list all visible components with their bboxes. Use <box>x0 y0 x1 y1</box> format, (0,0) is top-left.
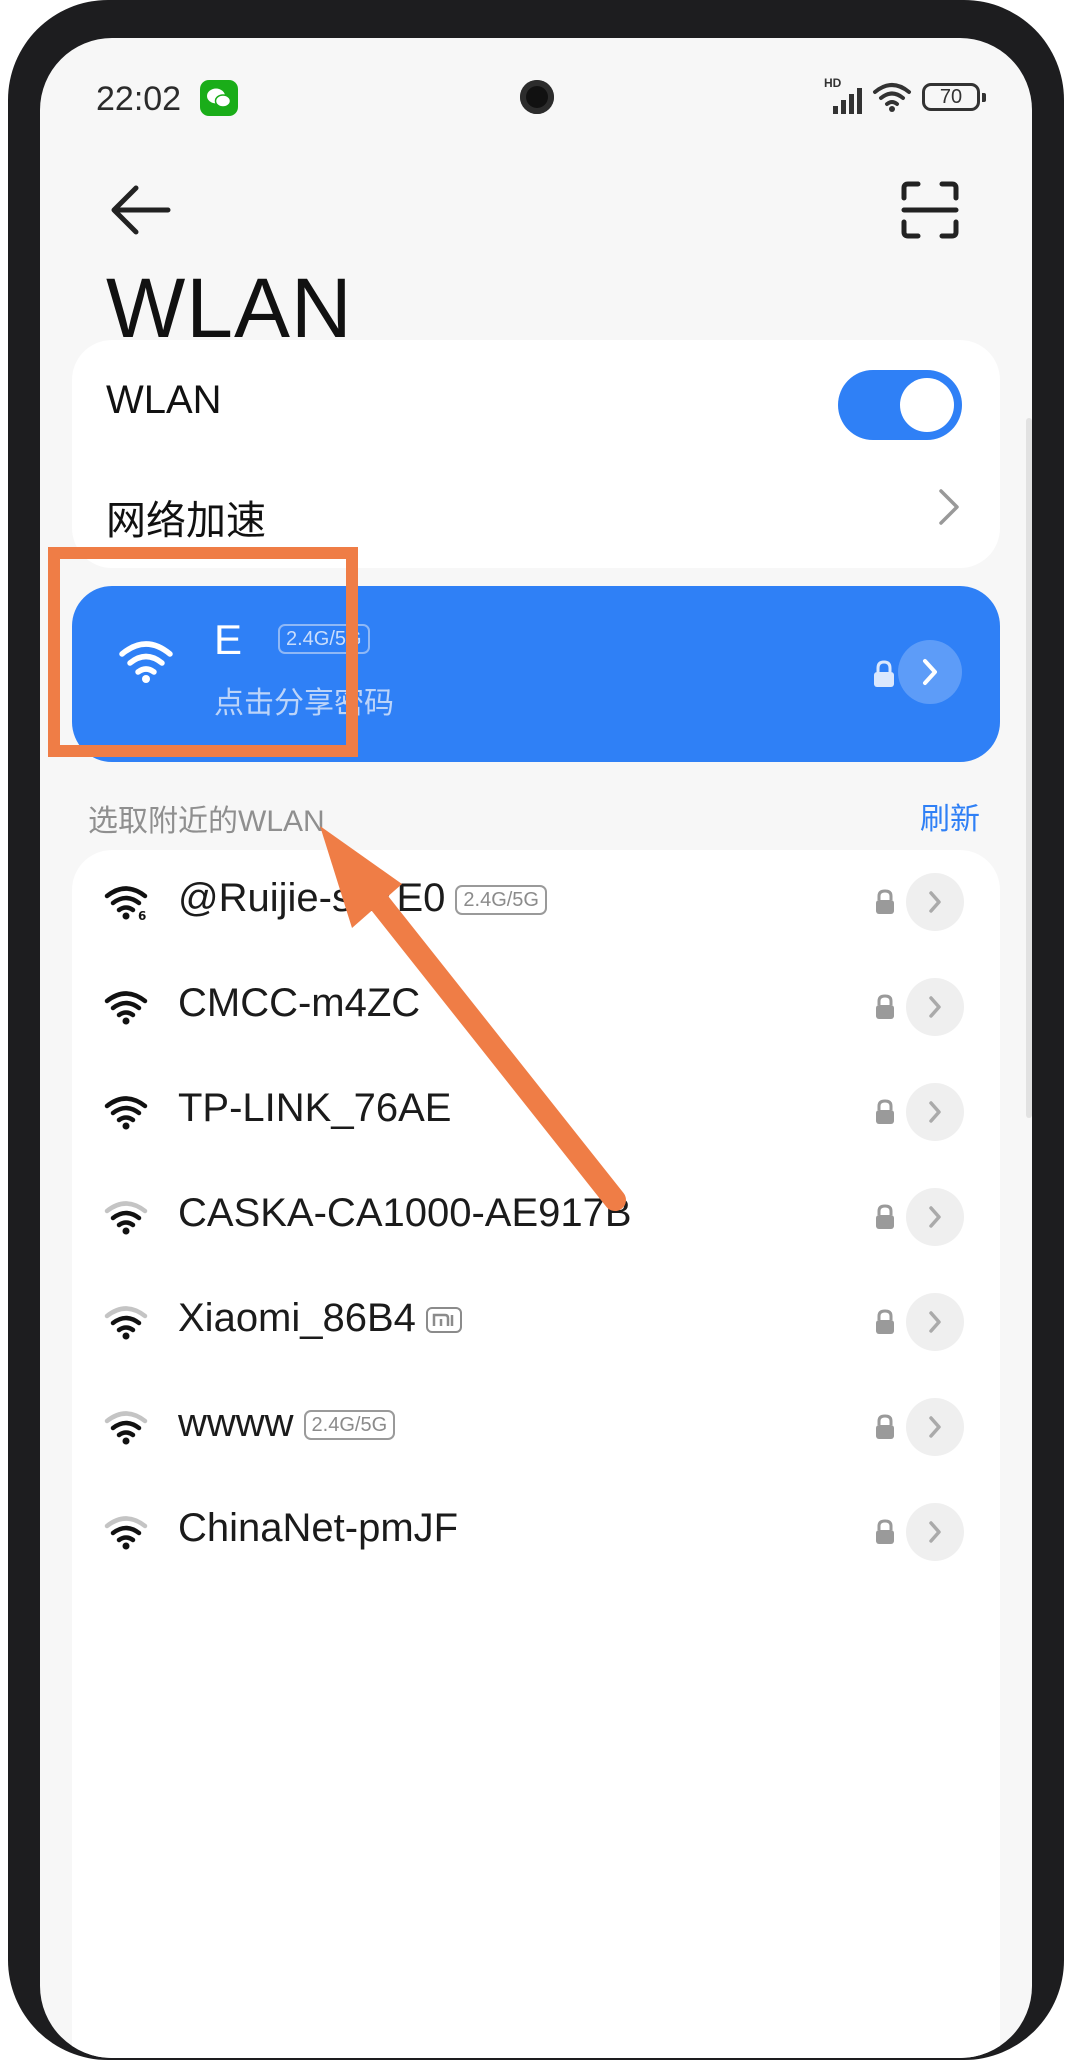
annotation-arrow <box>320 826 626 1211</box>
